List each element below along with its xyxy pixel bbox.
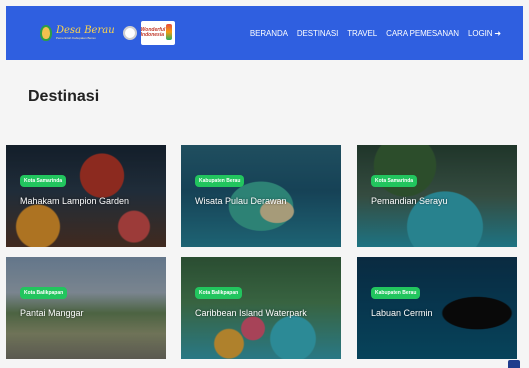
nav-menu: BERANDA DESTINASI TRAVEL CARA PEMESANAN … (250, 29, 501, 38)
destination-card[interactable]: Kota Samarinda Mahakam Lampion Garden (6, 145, 166, 247)
back-to-top-button[interactable] (508, 360, 520, 368)
sign-in-icon: ➜ (494, 28, 501, 38)
destination-card[interactable]: Kabupaten Berau Labuan Cermin (357, 257, 517, 359)
destination-card[interactable]: Kota Balikpapan Pantai Manggar (6, 257, 166, 359)
wonderful-indonesia-logo: Wonderful Indonesia (140, 21, 175, 45)
nav-item-login[interactable]: LOGIN ➜ (468, 29, 501, 38)
brand-script: Desa Berau (56, 24, 115, 36)
destination-title: Mahakam Lampion Garden (20, 196, 130, 206)
destination-title: Pemandian Serayu (371, 196, 448, 206)
destination-title: Wisata Pulau Derawan (195, 196, 287, 206)
location-badge: Kota Samarinda (371, 175, 418, 187)
navbar: Desa Berau Pemerintah Kabupaten Berau Wo… (6, 6, 523, 60)
regency-emblem-icon (40, 25, 52, 41)
nav-item-destinasi[interactable]: DESTINASI (297, 29, 338, 38)
destination-card[interactable]: Kota Balikpapan Caribbean Island Waterpa… (181, 257, 341, 359)
destination-title: Caribbean Island Waterpark (195, 308, 307, 318)
login-label: LOGIN (467, 28, 493, 38)
location-badge: Kabupaten Berau (371, 287, 421, 299)
brand-text: Desa Berau Pemerintah Kabupaten Berau (56, 24, 115, 41)
nav-item-cara-pemesanan[interactable]: CARA PEMESANAN (386, 29, 459, 38)
destination-title: Pantai Manggar (20, 308, 84, 318)
brand-subtitle: Pemerintah Kabupaten Berau (56, 35, 96, 40)
destination-card[interactable]: Kota Samarinda Pemandian Serayu (357, 145, 517, 247)
nav-item-beranda[interactable]: BERANDA (250, 29, 288, 38)
nav-item-travel[interactable]: TRAVEL (347, 29, 377, 38)
location-badge: Kota Balikpapan (20, 287, 68, 299)
page-title: Destinasi (28, 88, 100, 105)
location-badge: Kota Samarinda (20, 175, 67, 187)
destination-card[interactable]: Kabupaten Berau Wisata Pulau Derawan (181, 145, 341, 247)
flag-icon (165, 24, 172, 40)
brand-logo[interactable]: Desa Berau Pemerintah Kabupaten Berau Wo… (40, 21, 175, 45)
destination-title: Labuan Cermin (371, 308, 433, 318)
partner-round-logo-icon (122, 26, 137, 40)
location-badge: Kota Balikpapan (195, 287, 243, 299)
location-badge: Kabupaten Berau (195, 175, 245, 187)
